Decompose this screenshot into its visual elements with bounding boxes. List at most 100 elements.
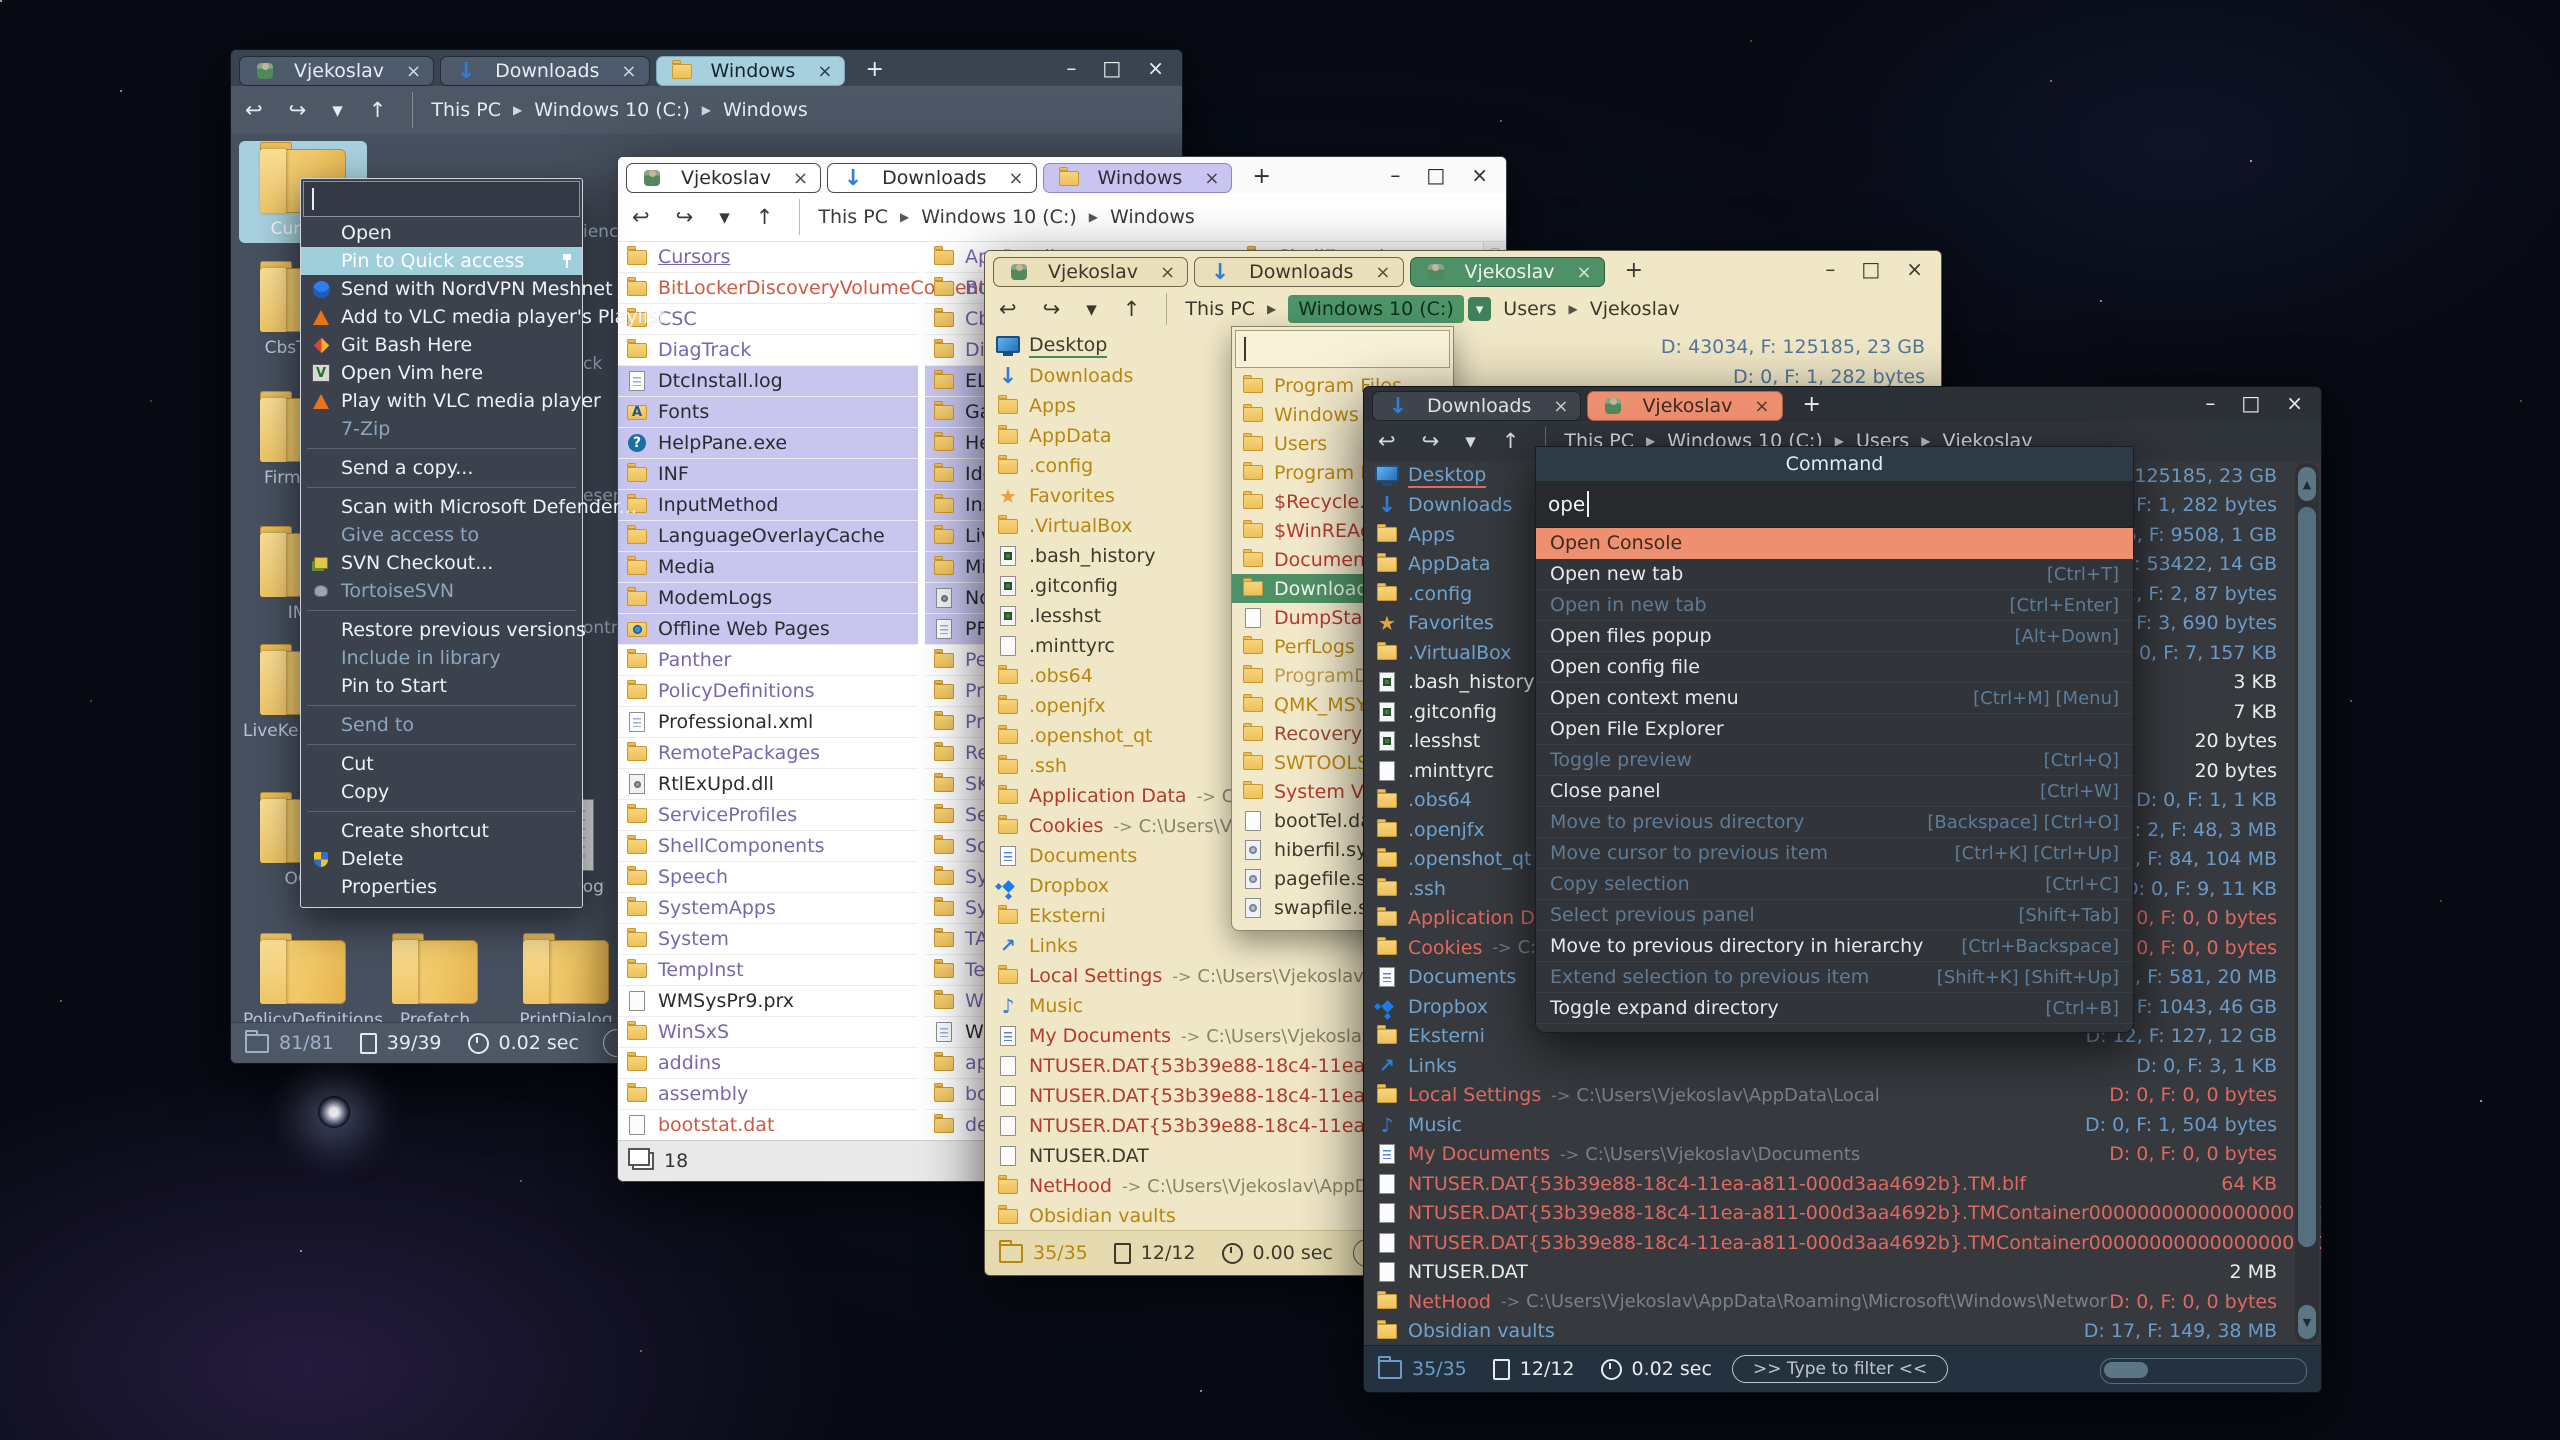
command-item[interactable]: Extend selection to previous item [Shift… (1536, 962, 2133, 993)
nav-button[interactable]: ↪ (676, 205, 694, 229)
tab-close-icon[interactable]: × (1754, 396, 1769, 417)
scroll-thumb[interactable] (2104, 1362, 2148, 1378)
file-row[interactable]: Obsidian vaults -> D: 17, F: 149, 38 MB (1364, 1317, 2321, 1346)
nav-button[interactable]: ↑ (1502, 429, 1520, 453)
tab-close-icon[interactable]: × (1577, 262, 1592, 283)
context-menu-item[interactable]: Create shortcut (301, 817, 582, 845)
scroll-up-icon[interactable]: ▲ (2298, 467, 2316, 501)
new-tab-button[interactable]: + (1803, 392, 1821, 417)
context-menu-item[interactable]: Send with NordVPN Meshnet (301, 275, 582, 303)
tab-close-icon[interactable]: × (1160, 262, 1175, 283)
file-row[interactable]: ModemLogs (618, 583, 918, 614)
context-menu-item[interactable]: Restore previous versions (301, 616, 582, 644)
context-menu-item[interactable] (307, 744, 576, 745)
context-menu-item[interactable] (307, 487, 576, 488)
file-row[interactable]: Panther (618, 645, 918, 676)
window-control-button[interactable]: □ (2241, 391, 2260, 415)
w2-tab[interactable]: Windows × (1043, 163, 1233, 193)
context-menu-item[interactable]: Git Bash Here (301, 331, 582, 359)
file-row[interactable]: bootstat.dat (618, 1110, 918, 1140)
file-row[interactable]: ServiceProfiles (618, 800, 918, 831)
window-control-button[interactable]: □ (1861, 257, 1880, 281)
nav-button[interactable]: ↩ (1378, 429, 1396, 453)
new-tab-button[interactable]: + (865, 57, 883, 82)
file-row[interactable]: ShellComponents (618, 831, 918, 862)
w4-vertical-scrollbar[interactable]: ▲ ▼ (2295, 463, 2319, 1343)
command-item[interactable]: Close panel [Ctrl+W] (1536, 776, 2133, 807)
command-item[interactable]: Toggle preview [Ctrl+Q] (1536, 745, 2133, 776)
file-tile[interactable]: PolicyDefinitions (243, 940, 363, 1022)
file-row[interactable]: assembly (618, 1079, 918, 1110)
context-menu-item[interactable] (307, 448, 576, 449)
window-control-button[interactable]: □ (1102, 56, 1121, 80)
context-menu-item[interactable]: Include in library ▶ (301, 644, 582, 672)
window-control-button[interactable]: – (1390, 163, 1400, 187)
file-row[interactable]: System (618, 924, 918, 955)
file-row[interactable]: LanguageOverlayCache (618, 521, 918, 552)
context-menu-filter-input[interactable] (303, 181, 580, 217)
window-control-button[interactable]: × (1906, 257, 1923, 281)
window-control-button[interactable]: □ (1426, 163, 1445, 187)
nav-button[interactable]: ↪ (289, 98, 307, 122)
context-menu-item[interactable]: Open Vim here (301, 359, 582, 387)
context-menu-item[interactable]: Pin to Start (301, 672, 582, 700)
breadcrumb-item[interactable]: Windows 10 (C:) (1288, 295, 1464, 323)
nav-button[interactable]: ▾ (332, 98, 343, 122)
command-item[interactable]: Open files popup [Alt+Down] (1536, 621, 2133, 652)
context-menu-item[interactable] (307, 811, 576, 812)
breadcrumb-item[interactable]: Windows 10 (C:) (534, 99, 690, 121)
file-row[interactable]: InputMethod (618, 490, 918, 521)
file-row[interactable]: NTUSER.DAT{53b39e88-18c4-11ea-a811-000d3… (1364, 1169, 2321, 1199)
nav-button[interactable]: ▾ (719, 205, 730, 229)
nav-button[interactable]: ↑ (369, 98, 387, 122)
context-menu-item[interactable]: Delete [Delete] (301, 845, 582, 873)
dropdown-filter-input[interactable] (1235, 330, 1450, 368)
context-menu-item[interactable]: Properties (301, 873, 582, 901)
context-menu-item[interactable]: Give access to ▶ (301, 521, 582, 549)
window-control-button[interactable]: – (2205, 391, 2215, 415)
file-tile[interactable]: PrintDialog (506, 940, 626, 1022)
file-row[interactable]: SystemApps (618, 893, 918, 924)
nav-button[interactable]: ↑ (1123, 297, 1141, 321)
drive-dropdown-button[interactable]: ▾ (1468, 297, 1492, 321)
tab-close-icon[interactable]: × (621, 61, 636, 82)
scroll-down-icon[interactable]: ▼ (2298, 1305, 2316, 1339)
context-menu-item[interactable]: Scan with Microsoft Defender... (301, 493, 582, 521)
tab-close-icon[interactable]: × (817, 61, 832, 82)
command-item[interactable]: Select previous panel [Shift+Tab] (1536, 900, 2133, 931)
file-row[interactable]: Links -> D: 0, F: 3, 1 KB (1364, 1051, 2321, 1081)
tab-close-icon[interactable]: × (1008, 168, 1023, 189)
file-row[interactable]: addins (618, 1048, 918, 1079)
nav-button[interactable]: ▾ (1086, 297, 1097, 321)
window-control-button[interactable]: × (1147, 56, 1164, 80)
w1-tab[interactable]: Downloads × (440, 56, 649, 86)
tab-close-icon[interactable]: × (793, 168, 808, 189)
command-item[interactable]: Open Console (1536, 528, 2133, 559)
nav-button[interactable]: ↪ (1422, 429, 1440, 453)
file-row[interactable]: Cursors (618, 242, 918, 273)
context-menu-item[interactable]: Pin to Quick access (301, 247, 582, 275)
window-control-button[interactable]: – (1825, 257, 1835, 281)
nav-button[interactable]: ↪ (1043, 297, 1061, 321)
w1-tab[interactable]: Vjekoslav × (239, 56, 434, 86)
type-to-filter-button[interactable]: >> Type to filter << (1732, 1355, 1948, 1383)
new-tab-button[interactable]: + (1252, 164, 1270, 189)
context-menu-item[interactable] (307, 610, 576, 611)
file-row[interactable]: INF (618, 459, 918, 490)
w4-tab[interactable]: Vjekoslav × (1587, 391, 1782, 421)
breadcrumb-item[interactable]: Users (1503, 298, 1556, 320)
command-item[interactable]: Move cursor to previous item [Ctrl+K] [C… (1536, 838, 2133, 869)
command-item[interactable]: Copy selection [Ctrl+C] (1536, 869, 2133, 900)
file-row[interactable]: NTUSER.DAT -> 2 MB (1364, 1258, 2321, 1288)
file-row[interactable]: TempInst (618, 955, 918, 986)
file-row[interactable]: RemotePackages (618, 738, 918, 769)
file-row[interactable]: Professional.xml (618, 707, 918, 738)
breadcrumb-item[interactable]: Windows (723, 99, 808, 121)
file-row[interactable]: PolicyDefinitions (618, 676, 918, 707)
w3-tab[interactable]: Vjekoslav × (993, 257, 1188, 287)
breadcrumb-item[interactable]: Windows 10 (C:) (921, 206, 1077, 228)
context-menu-item[interactable]: Open (301, 219, 582, 247)
breadcrumb-item[interactable]: This PC (818, 206, 888, 228)
command-item[interactable]: Open File Explorer (1536, 714, 2133, 745)
command-item[interactable]: Open new tab [Ctrl+T] (1536, 559, 2133, 590)
